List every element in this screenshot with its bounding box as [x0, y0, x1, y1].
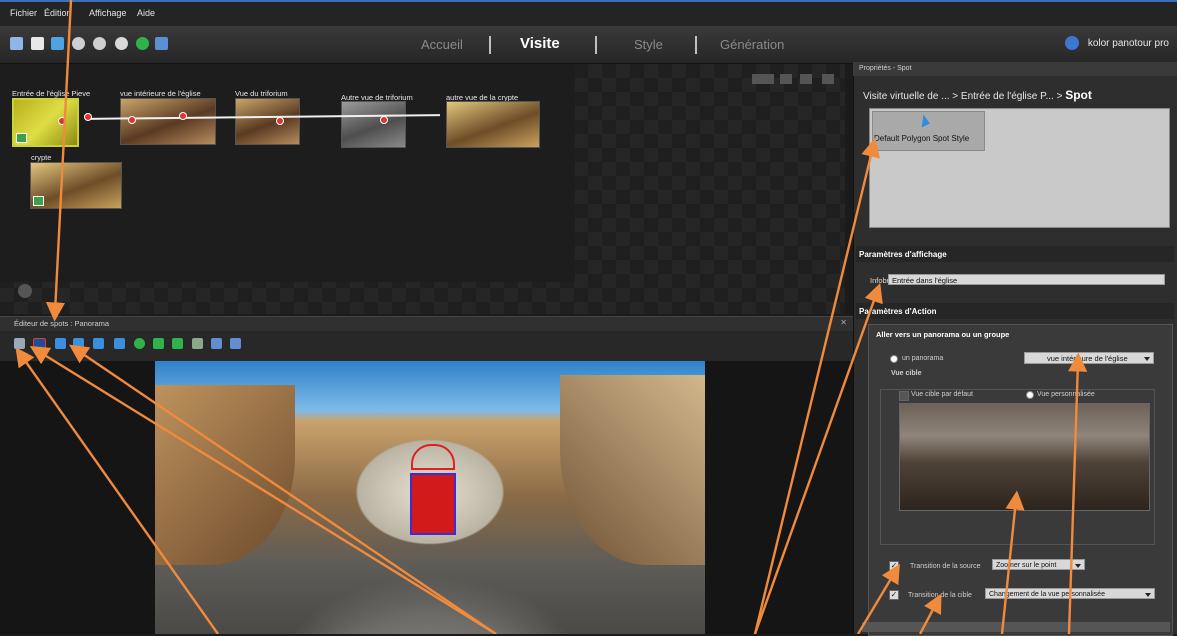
spot-pin[interactable]: [179, 112, 187, 120]
chevron-down-icon: [1144, 357, 1150, 361]
source-transition-label: Transition de la source: [910, 563, 981, 570]
spot-editor-titlebar: Éditeur de spots : Panorama ✕: [0, 316, 853, 331]
node-label: crypte: [31, 153, 52, 162]
save-as-icon[interactable]: [51, 37, 64, 50]
add-vertex-icon[interactable]: [134, 338, 145, 349]
tab-separator: [595, 36, 597, 54]
select-tool-icon[interactable]: [14, 338, 25, 349]
main-toolbar: Accueil Visite Style Génération kolor pa…: [0, 26, 1177, 64]
target-transition-label: Transition de la cible: [908, 592, 972, 599]
radio-custom-view[interactable]: [1026, 391, 1034, 399]
properties-header: Propriétés - Spot: [853, 62, 1177, 76]
breadcrumb-current: Spot: [1065, 88, 1092, 102]
zoom-in-icon[interactable]: [780, 74, 792, 84]
sound-icon: [16, 133, 27, 143]
chevron-down-icon: [1075, 564, 1081, 568]
radio-panorama[interactable]: [890, 355, 898, 363]
tab-visite[interactable]: Visite: [520, 35, 560, 52]
tab-separator: [489, 36, 491, 54]
node-label: Entrée de l'église Pieve: [12, 89, 91, 98]
action-title: Aller vers un panorama ou un groupe: [876, 330, 1010, 339]
node-thumbnail-autre-crypte[interactable]: [446, 101, 540, 148]
spot-pin[interactable]: [58, 117, 66, 125]
node-label: Vue du triforium: [235, 89, 288, 98]
close-icon[interactable]: ✕: [840, 318, 847, 327]
node-thumbnail-triforium[interactable]: [235, 98, 300, 145]
panorama-select-value: vue intérieure de l'église: [1047, 354, 1128, 363]
chevron-down-icon: [1145, 593, 1151, 597]
point-spot-icon[interactable]: [55, 338, 66, 349]
menu-aide[interactable]: Aide: [137, 8, 155, 18]
spot-pin[interactable]: [128, 116, 136, 124]
spot-pin[interactable]: [380, 116, 388, 124]
tab-generation[interactable]: Génération: [720, 37, 784, 52]
menu-bar: Fichier Édition Affichage Aide: [0, 0, 1177, 26]
tab-separator: [695, 36, 697, 54]
spot-pin[interactable]: [84, 113, 92, 121]
text-spot-icon[interactable]: [114, 338, 125, 349]
custom-view-label: Vue personnalisée: [1037, 391, 1095, 398]
globe-icon[interactable]: [18, 284, 32, 298]
target-transition-checkbox[interactable]: ✓: [889, 590, 899, 600]
polygon-spot-door[interactable]: [410, 473, 456, 535]
default-view-checkbox[interactable]: [899, 391, 909, 401]
target-view-label: Vue cible: [891, 370, 922, 377]
brand-name: kolor panotour pro: [1087, 38, 1169, 49]
spot-editor-toolbar: [0, 331, 853, 361]
menu-edition[interactable]: Édition: [44, 8, 72, 18]
remove-vertex-icon[interactable]: [172, 338, 183, 349]
target-transition-select[interactable]: Changement de la vue personnalisée: [985, 588, 1155, 599]
menu-affichage[interactable]: Affichage: [89, 8, 126, 18]
tooltip-input[interactable]: Entrée dans l'église: [888, 274, 1165, 285]
node-thumbnail-crypte[interactable]: [30, 162, 122, 209]
node-label: vue intérieure de l'église: [120, 89, 201, 98]
monitor-icon[interactable]: [155, 37, 168, 50]
new-tour-icon[interactable]: [10, 37, 23, 50]
properties-title: Propriétés - Spot: [859, 65, 912, 72]
kolor-logo-icon: [1065, 36, 1079, 50]
menu-fichier[interactable]: Fichier: [10, 8, 37, 18]
display-section-title: Paramètres d'affichage: [859, 250, 947, 259]
default-view-label: Vue cible par défaut: [911, 391, 974, 398]
duplicate-icon[interactable]: [211, 338, 222, 349]
radio-panorama-label: un panorama: [902, 355, 944, 362]
fit-view-icon[interactable]: [800, 74, 812, 84]
panorama-select[interactable]: vue intérieure de l'église: [1024, 352, 1154, 364]
play-preview-icon[interactable]: [136, 37, 149, 50]
layout-icon[interactable]: [822, 74, 834, 84]
save-icon[interactable]: [31, 37, 44, 50]
target-view-preview[interactable]: [899, 403, 1150, 511]
spot-style-item[interactable]: [872, 111, 985, 151]
polygon-tool-icon[interactable]: [33, 338, 46, 351]
node-thumbnail-entree[interactable]: [12, 98, 79, 147]
settings-gear-icon[interactable]: [115, 37, 128, 50]
spot-pin[interactable]: [276, 117, 284, 125]
spot-editor-title: Éditeur de spots : Panorama: [14, 319, 110, 328]
tab-style[interactable]: Style: [634, 37, 663, 52]
zoom-spot-icon[interactable]: [93, 338, 104, 349]
target-transition-value: Changement de la vue personnalisée: [989, 591, 1105, 598]
node-thumbnail-autre-triforium[interactable]: [341, 101, 406, 148]
zoom-slider-icon[interactable]: [752, 74, 774, 84]
source-transition-checkbox[interactable]: ✓: [889, 561, 899, 571]
move-vertex-icon[interactable]: [153, 338, 164, 349]
breadcrumb-path[interactable]: Visite virtuelle de ... > Entrée de l'ég…: [863, 91, 1065, 102]
tab-accueil[interactable]: Accueil: [421, 37, 463, 52]
sound-icon: [33, 196, 44, 206]
export-icon[interactable]: [230, 338, 241, 349]
grid-icon[interactable]: [192, 338, 203, 349]
image-spot-icon[interactable]: [73, 338, 84, 349]
horizontal-scrollbar[interactable]: [862, 622, 1170, 632]
undo-icon[interactable]: [72, 37, 85, 50]
action-section-title: Paramètres d'Action: [859, 307, 937, 316]
redo-icon[interactable]: [93, 37, 106, 50]
breadcrumb: Visite virtuelle de ... > Entrée de l'ég…: [863, 88, 1092, 102]
source-transition-value: Zoomer sur le point: [996, 562, 1057, 569]
spot-style-name: Default Polygon Spot Style: [874, 134, 970, 143]
source-transition-select[interactable]: Zoomer sur le point: [992, 559, 1085, 570]
title-accent-line: [0, 0, 1177, 2]
